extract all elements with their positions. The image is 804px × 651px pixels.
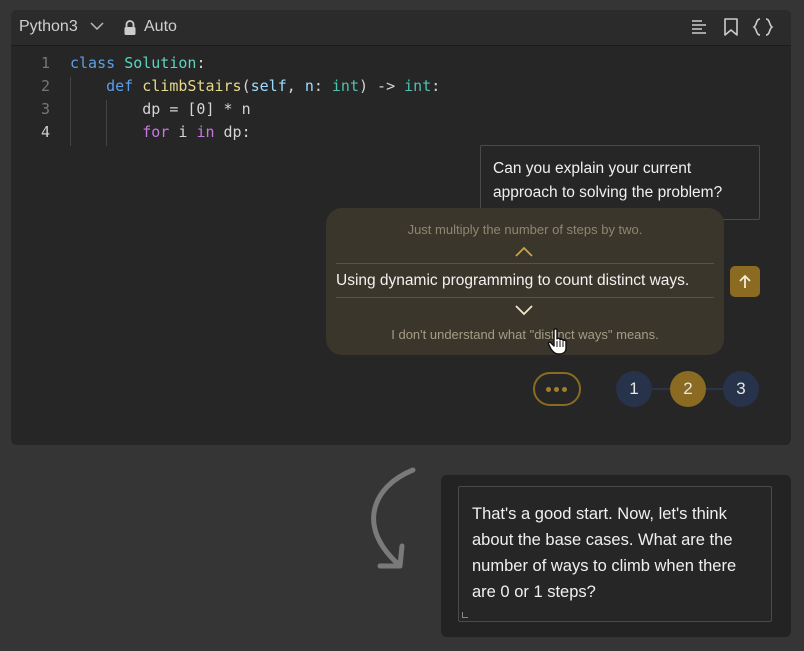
- line-number: 3: [40, 100, 50, 118]
- arrow-up-icon: [739, 274, 751, 288]
- chevron-down-icon[interactable]: [90, 21, 104, 31]
- chevron-down-icon[interactable]: [515, 305, 533, 316]
- question-text: Can you explain your current approach to…: [493, 160, 723, 201]
- code-line[interactable]: 3 dp = [0] * n: [11, 100, 511, 123]
- code-text: class Solution:: [70, 54, 206, 72]
- answer-picker[interactable]: Just multiply the number of steps by two…: [326, 208, 724, 355]
- braces-icon[interactable]: [752, 18, 774, 36]
- step-3[interactable]: 3: [723, 371, 759, 407]
- assistant-response-bubble: That's a good start. Now, let's think ab…: [458, 486, 772, 622]
- lock-icon: [124, 20, 136, 35]
- next-option[interactable]: I don't understand what "distinct ways" …: [326, 327, 724, 342]
- editor-panel: Python3 Auto 1 class Solution: 2 def cli…: [11, 10, 791, 445]
- autocomplete-mode[interactable]: Auto: [144, 18, 177, 36]
- line-number: 2: [40, 77, 50, 95]
- more-options-button[interactable]: [533, 372, 581, 406]
- bookmark-icon[interactable]: [723, 18, 739, 36]
- step-2[interactable]: 2: [670, 371, 706, 407]
- code-text: def climbStairs(self, n: int) -> int:: [106, 77, 441, 95]
- hand-pointer-icon: [547, 328, 567, 355]
- dot: [546, 387, 551, 392]
- option-separator: [336, 263, 714, 264]
- code-text: for i in dp:: [142, 123, 251, 141]
- step-1[interactable]: 1: [616, 371, 652, 407]
- option-separator: [336, 297, 714, 298]
- format-icon[interactable]: [690, 18, 708, 36]
- language-selector[interactable]: Python3: [19, 18, 78, 36]
- line-number: 4: [40, 123, 50, 141]
- send-button[interactable]: [730, 266, 760, 297]
- code-line[interactable]: 1 class Solution:: [11, 54, 511, 77]
- dot: [562, 387, 567, 392]
- line-number: 1: [40, 54, 50, 72]
- response-text: That's a good start. Now, let's think ab…: [472, 505, 737, 601]
- code-text: dp = [0] * n: [70, 100, 251, 118]
- editor-toolbar: Python3 Auto: [11, 10, 791, 46]
- chevron-up-icon[interactable]: [515, 246, 533, 257]
- dot: [554, 387, 559, 392]
- current-option[interactable]: Using dynamic programming to count disti…: [336, 272, 689, 290]
- code-line[interactable]: 4 for i in dp:: [11, 123, 511, 146]
- previous-option[interactable]: Just multiply the number of steps by two…: [326, 222, 724, 237]
- curved-arrow-icon: [371, 467, 416, 569]
- bubble-corner: [462, 612, 468, 618]
- code-line[interactable]: 2 def climbStairs(self, n: int) -> int:: [11, 77, 511, 100]
